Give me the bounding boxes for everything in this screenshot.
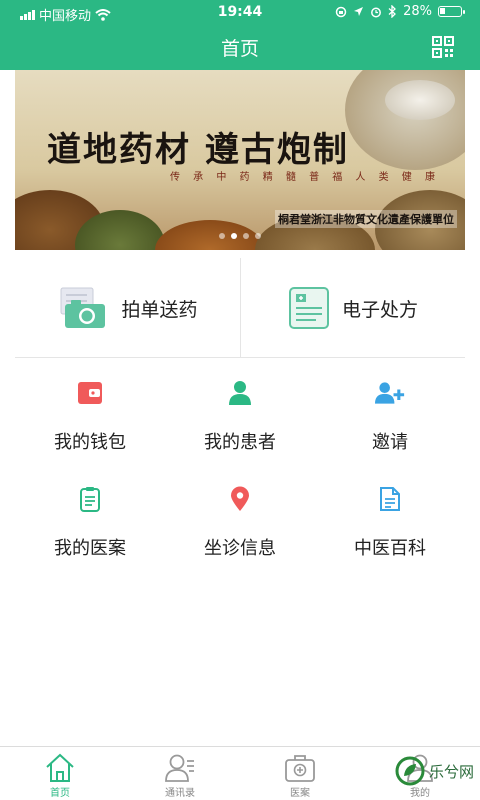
photo-prescription-button[interactable]: 拍单送药 [15,258,240,358]
tab-label: 我的 [410,788,430,799]
grid-item-label: 我的患者 [204,432,276,453]
tab-label: 通讯录 [165,788,195,799]
tab-label: 医案 [290,788,310,799]
patient-icon [225,378,255,408]
alarm-icon [371,7,382,17]
watermark-text: 乐兮网 [428,762,474,781]
battery-percent: 28% [403,4,432,19]
grid-item-medical-records[interactable]: 我的医案 [15,476,165,582]
banner-caption: 桐君堂浙江非物質文化遺產保護單位 [275,210,457,228]
carousel-dot[interactable] [243,233,249,239]
grid-item-label: 中医百科 [354,538,426,559]
photo-prescription-label: 拍单送药 [121,298,198,321]
carousel-dot[interactable] [219,233,225,239]
carousel-dots[interactable] [15,233,465,239]
location-arrow-icon [354,7,364,16]
grid-item-clinic-info[interactable]: 坐诊信息 [165,476,315,582]
carousel-dot[interactable] [231,233,237,239]
grid-item-label: 我的医案 [54,538,126,559]
location-pin-icon [225,484,255,514]
grid-item-label: 邀请 [372,432,408,453]
grid-item-patients[interactable]: 我的患者 [165,370,315,476]
grid-item-label: 坐诊信息 [204,538,276,559]
tab-label: 首页 [50,788,70,799]
battery-icon [438,6,465,17]
feature-grid: 我的钱包 我的患者 邀请 我的医案 坐诊信息 中医百科 [15,370,465,582]
promo-banner[interactable]: 道地药材 遵古炮制 传 承 中 药 精 髓 普 福 人 类 健 康 桐君堂浙江非… [15,70,465,250]
bluetooth-icon [388,5,397,18]
wallet-icon [75,378,105,408]
medical-kit-icon [285,755,315,782]
grid-item-invite[interactable]: 邀请 [315,370,465,476]
top-bar: 中国移动 19:44 28% 首页 [0,0,480,70]
home-icon [46,753,74,782]
banner-title: 道地药材 遵古炮制 [47,130,349,170]
leaf-logo-icon [395,756,425,786]
add-user-icon [375,378,405,408]
tab-medical-cases[interactable]: 医案 [240,747,360,800]
grid-item-tcm-encyclopedia[interactable]: 中医百科 [315,476,465,582]
e-prescription-label: 电子处方 [341,298,418,321]
site-watermark: 乐兮网 [395,756,474,786]
e-prescription-icon [288,287,329,329]
status-right: 28% [335,4,465,19]
banner-subtitle: 传 承 中 药 精 髓 普 福 人 类 健 康 [170,172,440,183]
camera-prescription-icon [60,287,106,328]
page-title: 首页 [220,38,259,60]
qr-code-icon[interactable] [432,36,454,58]
e-prescription-button[interactable]: 电子处方 [240,258,465,358]
contacts-icon [165,754,194,782]
mortar-decoration [385,80,455,120]
tab-home[interactable]: 首页 [0,747,120,800]
status-bar: 中国移动 19:44 28% [0,0,480,26]
grid-item-label: 我的钱包 [54,432,126,453]
grid-item-wallet[interactable]: 我的钱包 [15,370,165,476]
clipboard-icon [75,484,105,514]
document-icon [375,484,405,514]
rotation-lock-icon [335,6,347,17]
tab-contacts[interactable]: 通讯录 [120,747,240,800]
carousel-dot[interactable] [255,233,261,239]
primary-actions: 拍单送药 电子处方 [15,258,465,358]
